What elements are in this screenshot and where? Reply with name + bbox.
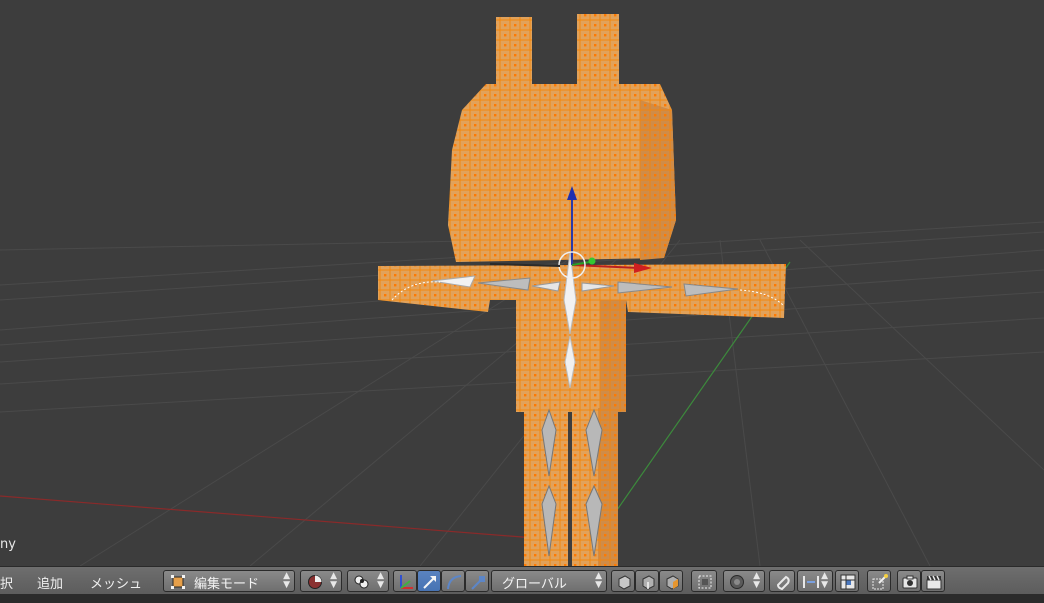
snap-grid-icon	[840, 574, 856, 590]
manipulator-axis-icon	[400, 575, 413, 589]
mode-cube-icon	[171, 575, 185, 589]
edge-select-button[interactable]	[635, 570, 659, 592]
scale-icon	[471, 576, 485, 590]
manipulator-toggle[interactable]	[393, 570, 417, 592]
rotate-icon	[447, 575, 462, 590]
render-camera-icon	[902, 575, 918, 589]
mode-selector[interactable]: 編集モード ▲ ▼	[163, 570, 295, 592]
edge-select-icon	[642, 575, 655, 590]
menu-mesh[interactable]: メッシュ	[90, 573, 142, 592]
pivot-selector[interactable]: ▲ ▼	[347, 570, 389, 592]
snap-options-button[interactable]	[867, 570, 891, 592]
vertex-select-button[interactable]	[611, 570, 635, 592]
3d-viewport[interactable]: ny	[0, 0, 1044, 566]
face-select-icon	[666, 575, 679, 590]
proportional-edit-selector[interactable]: ▲ ▼	[723, 570, 765, 592]
snap-element-selector[interactable]: ▲ ▼	[797, 570, 833, 592]
object-name-label: ny	[0, 537, 16, 552]
viewport-header: 択 追加 メッシュ 編集モード ▲ ▼ ▲ ▼ ▲ ▼ グローバル ▲ ▼ ▲ …	[0, 566, 1044, 595]
orientation-selector[interactable]: グローバル ▲ ▼	[491, 570, 607, 592]
viewport-shading-selector[interactable]: ▲ ▼	[300, 570, 342, 592]
snap-target-button[interactable]	[835, 570, 859, 592]
opengl-render-animation-button[interactable]	[921, 570, 945, 592]
snap-magnet-icon	[776, 575, 790, 591]
mode-label: 編集モード	[194, 577, 260, 592]
vertex-select-icon	[618, 575, 631, 590]
dropdown-arrows-icon: ▲ ▼	[595, 571, 602, 590]
occlude-icon	[698, 575, 712, 589]
translate-arrow-icon	[423, 576, 436, 589]
face-select-button[interactable]	[659, 570, 683, 592]
pivot-icon	[354, 575, 369, 589]
opengl-render-image-button[interactable]	[897, 570, 921, 592]
x-axis-line	[0, 495, 561, 541]
clapboard-icon	[926, 575, 942, 590]
proportional-edit-icon	[730, 575, 744, 589]
scale-manipulator-button[interactable]	[465, 570, 489, 592]
rotate-manipulator-button[interactable]	[441, 570, 465, 592]
snap-grid-icon	[872, 574, 888, 590]
dropdown-arrows-icon: ▲ ▼	[753, 571, 760, 590]
dropdown-arrows-icon: ▲ ▼	[377, 571, 384, 590]
dropdown-arrows-icon: ▲ ▼	[821, 571, 828, 590]
menu-add[interactable]: 追加	[37, 573, 63, 592]
scene-canvas[interactable]	[0, 0, 1044, 566]
translate-manipulator-button[interactable]	[417, 570, 441, 592]
menu-select[interactable]: 択	[0, 573, 13, 592]
snap-toggle[interactable]	[769, 570, 795, 592]
dropdown-arrows-icon: ▲ ▼	[283, 571, 290, 590]
orientation-label: グローバル	[502, 577, 567, 592]
timeline-strip	[0, 594, 1044, 603]
dropdown-arrows-icon: ▲ ▼	[330, 571, 337, 590]
viewport-shading-icon	[308, 575, 322, 589]
snap-element-icon	[803, 576, 819, 588]
occlude-geometry-button[interactable]	[691, 570, 717, 592]
